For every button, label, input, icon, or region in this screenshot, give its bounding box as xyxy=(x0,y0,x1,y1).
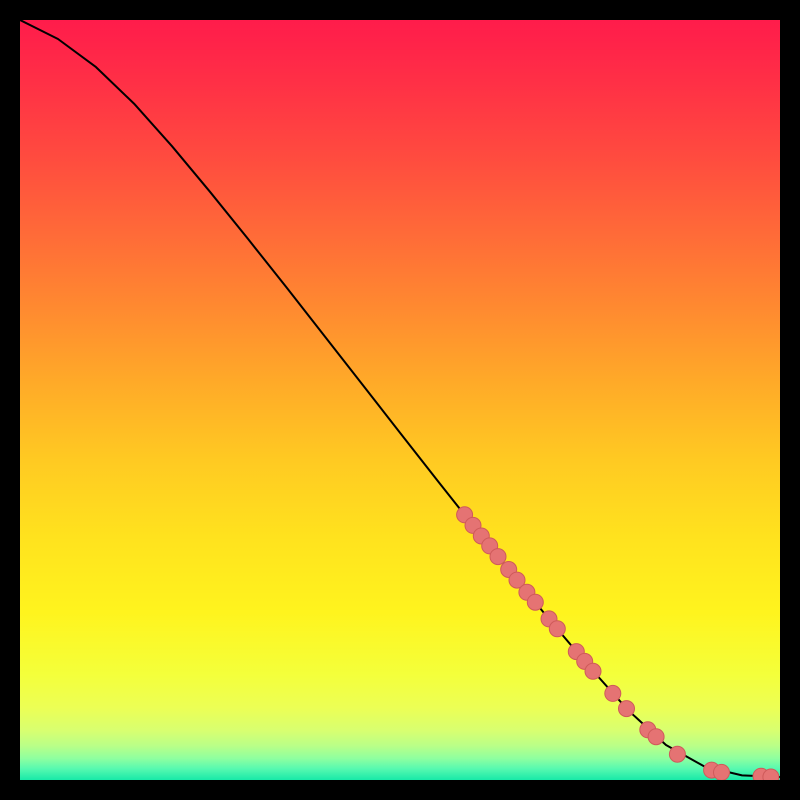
data-marker xyxy=(619,701,635,717)
chart-frame: TheBottleneck.com xyxy=(20,20,780,780)
data-marker xyxy=(763,769,779,780)
data-marker xyxy=(585,663,601,679)
data-marker xyxy=(605,685,621,701)
gradient-background xyxy=(20,20,780,780)
data-marker xyxy=(549,621,565,637)
data-marker xyxy=(714,764,730,780)
data-marker xyxy=(490,549,506,565)
plot-area xyxy=(20,20,780,780)
data-marker xyxy=(648,729,664,745)
data-marker xyxy=(669,746,685,762)
chart-svg xyxy=(20,20,780,780)
data-marker xyxy=(527,594,543,610)
